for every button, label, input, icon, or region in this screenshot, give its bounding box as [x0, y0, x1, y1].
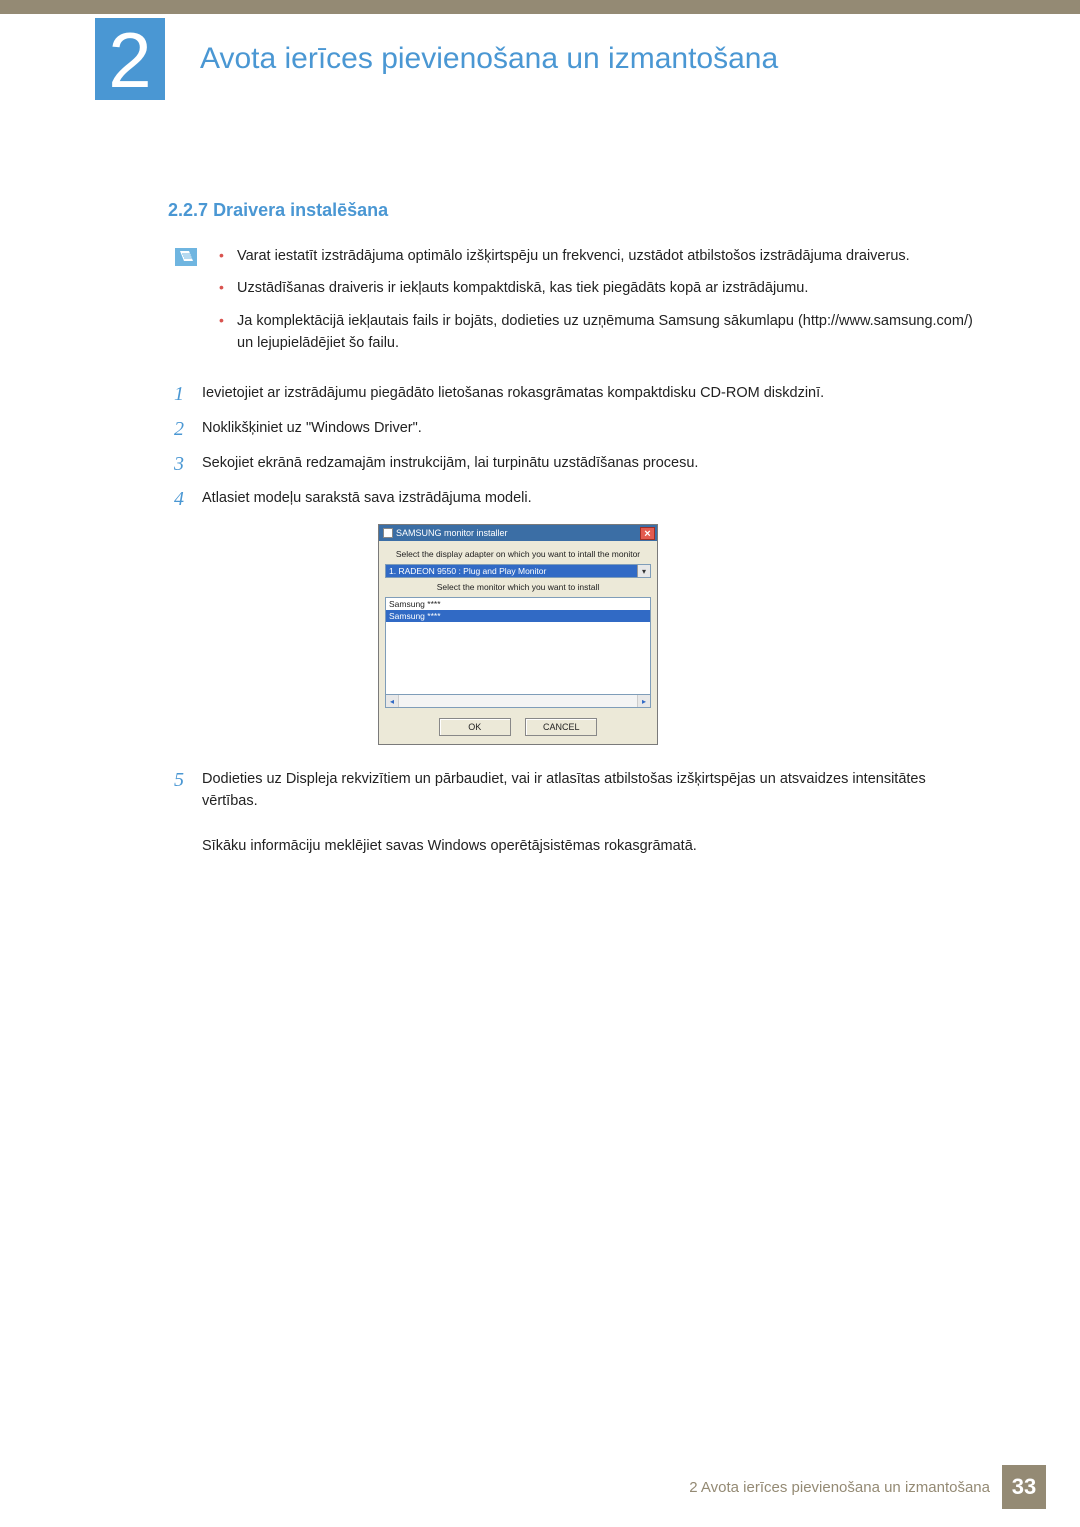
top-bar	[0, 0, 1080, 14]
installer-adapter-label: Select the display adapter on which you …	[385, 549, 651, 559]
step-number: 1	[170, 382, 184, 407]
chapter-number-box: 2	[95, 18, 165, 100]
monitor-list[interactable]: Samsung **** Samsung ****	[385, 597, 651, 695]
scroll-right-icon[interactable]: ▸	[637, 695, 650, 707]
adapter-dropdown[interactable]: 1. RADEON 9550 : Plug and Play Monitor ▾	[385, 564, 651, 578]
step-5-line1: Dodieties uz Displeja rekvizītiem un pār…	[202, 771, 926, 809]
list-item[interactable]: Samsung ****	[386, 598, 650, 610]
steps-list: 1 Ievietojiet ar izstrādājumu piegādāto …	[170, 382, 985, 757]
step-2: 2 Noklikšķiniet uz "Windows Driver".	[170, 417, 985, 442]
step-number: 2	[170, 417, 184, 442]
footer: 2 Avota ierīces pievienošana un izmantoš…	[0, 1465, 1080, 1509]
step-4: 4 Atlasiet modeļu sarakstā sava izstrādā…	[170, 487, 985, 512]
note-item: Ja komplektācijā iekļautais fails ir boj…	[215, 310, 985, 355]
step-number: 5	[170, 768, 184, 793]
installer-body: Select the display adapter on which you …	[379, 541, 657, 744]
section-number: 2.2.7	[168, 200, 208, 220]
step-3: 3 Sekojiet ekrānā redzamajām instrukcijā…	[170, 452, 985, 477]
note-block: Varat iestatīt izstrādājuma optimālo izš…	[175, 245, 985, 365]
footer-text: 2 Avota ierīces pievienošana un izmantoš…	[689, 1479, 990, 1496]
list-item[interactable]: Samsung ****	[386, 610, 650, 622]
header: 2 Avota ierīces pievienošana un izmantoš…	[0, 14, 1080, 99]
cancel-button[interactable]: CANCEL	[525, 718, 597, 736]
app-icon	[383, 528, 393, 538]
step-5-line2: Sīkāku informāciju meklējiet savas Windo…	[202, 838, 697, 854]
installer-window: SAMSUNG monitor installer × Select the d…	[378, 524, 658, 745]
step-text: Dodieties uz Displeja rekvizītiem un pār…	[202, 768, 985, 858]
scroll-left-icon[interactable]: ◂	[386, 695, 399, 707]
section-title: Draivera instalēšana	[213, 200, 388, 220]
installer-monitor-label: Select the monitor which you want to ins…	[385, 582, 651, 592]
step-text: Atlasiet modeļu sarakstā sava izstrādāju…	[202, 487, 985, 509]
close-icon[interactable]: ×	[640, 527, 655, 540]
step-number: 4	[170, 487, 184, 512]
installer-title-text: SAMSUNG monitor installer	[396, 528, 508, 538]
chapter-title: Avota ierīces pievienošana un izmantošan…	[200, 42, 778, 76]
note-item: Varat iestatīt izstrādājuma optimālo izš…	[215, 245, 985, 267]
step-number: 3	[170, 452, 184, 477]
adapter-selected: 1. RADEON 9550 : Plug and Play Monitor	[386, 565, 637, 577]
step-text: Sekojiet ekrānā redzamajām instrukcijām,…	[202, 452, 985, 474]
note-icon	[175, 248, 197, 266]
chevron-down-icon[interactable]: ▾	[637, 565, 650, 577]
installer-buttons: OK CANCEL	[385, 718, 651, 736]
page-number: 33	[1002, 1465, 1046, 1509]
step-text: Ievietojiet ar izstrādājumu piegādāto li…	[202, 382, 985, 404]
step-1: 1 Ievietojiet ar izstrādājumu piegādāto …	[170, 382, 985, 407]
note-list: Varat iestatīt izstrādājuma optimālo izš…	[215, 245, 985, 365]
section-heading: 2.2.7 Draivera instalēšana	[168, 200, 388, 221]
horizontal-scrollbar[interactable]: ◂ ▸	[385, 695, 651, 708]
note-item: Uzstādīšanas draiveris ir iekļauts kompa…	[215, 277, 985, 299]
step-text: Noklikšķiniet uz "Windows Driver".	[202, 417, 985, 439]
ok-button[interactable]: OK	[439, 718, 511, 736]
step-5: 5 Dodieties uz Displeja rekvizītiem un p…	[170, 768, 985, 868]
installer-titlebar: SAMSUNG monitor installer ×	[379, 525, 657, 541]
